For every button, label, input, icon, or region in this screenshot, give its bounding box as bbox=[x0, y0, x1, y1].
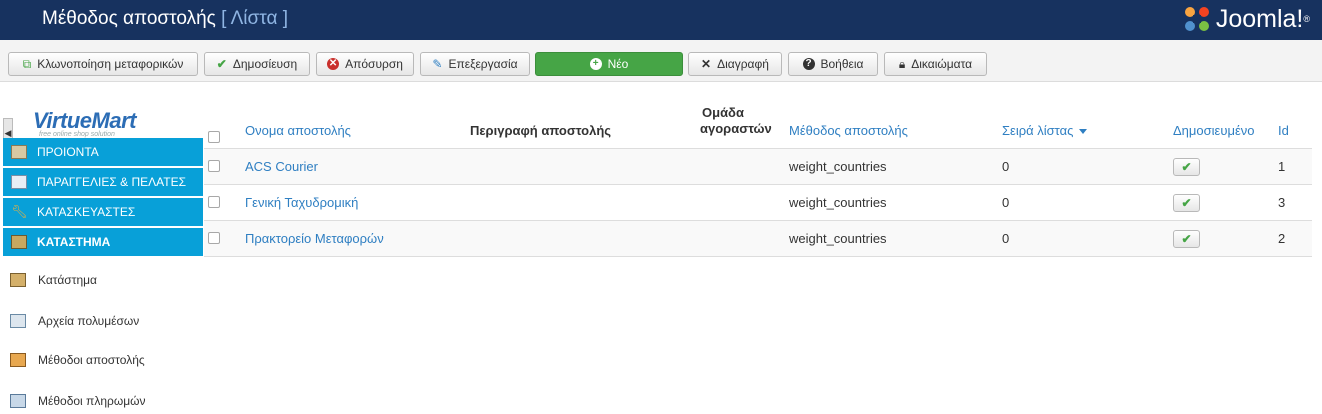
virtuemart-logo: VirtueMart free online shop solution bbox=[33, 108, 136, 138]
sidebar-item-label: Κατάστημα bbox=[38, 273, 97, 287]
sidebar-item-label: Αρχεία πολυμέσων bbox=[38, 314, 140, 328]
joomla-icon bbox=[1184, 7, 1209, 31]
sidebar-section-label: ΠΑΡΑΓΓΕΛΙΕΣ & ΠΕΛΑΤΕΣ bbox=[37, 175, 187, 189]
sidebar-section-label: ΠΡΟΙΟΝΤΑ bbox=[37, 145, 99, 159]
sidebar-section-orders[interactable]: ΠΑΡΑΓΓΕΛΙΕΣ & ΠΕΛΑΤΕΣ bbox=[3, 168, 203, 197]
row-published-toggle[interactable]: ✔ bbox=[1173, 194, 1200, 212]
publish-button[interactable]: ✔ Δημοσίευση bbox=[204, 52, 310, 76]
checkmark-icon: ✔ bbox=[1181, 232, 1192, 246]
help-button[interactable]: ? Βοήθεια bbox=[788, 52, 878, 76]
column-header-order[interactable]: Σειρά λίστας bbox=[1002, 123, 1088, 138]
sidebar-item-label: Μέθοδοι αποστολής bbox=[38, 353, 145, 367]
row-method: weight_countries bbox=[789, 159, 887, 174]
clone-button[interactable]: ⧉ Κλωνοποίηση μεταφορικών bbox=[8, 52, 198, 76]
top-header: Μέθοδος αποστολής [ Λίστα ] Joomla! ® bbox=[0, 0, 1322, 40]
row-order: 0 bbox=[1002, 159, 1010, 174]
edit-icon: ✎ bbox=[432, 57, 443, 71]
edit-button-label: Επεξεργασία bbox=[448, 57, 518, 71]
sidebar-section-store[interactable]: ΚΑΤΑΣΤΗΜΑ bbox=[3, 228, 203, 257]
row-method: weight_countries bbox=[789, 195, 887, 210]
row-id: 1 bbox=[1278, 159, 1286, 174]
column-header-name[interactable]: Ονομα αποστολής bbox=[245, 123, 351, 138]
sidebar-item-store[interactable]: Κατάστημα bbox=[10, 270, 97, 290]
row-name-link[interactable]: ACS Courier bbox=[245, 159, 318, 174]
products-icon bbox=[11, 145, 27, 159]
help-button-label: Βοήθεια bbox=[820, 57, 864, 71]
delete-x-icon: ✕ bbox=[701, 57, 712, 71]
row-checkbox[interactable] bbox=[208, 196, 220, 208]
cancel-circle-icon: ✕ bbox=[327, 58, 340, 70]
row-published-toggle[interactable]: ✔ bbox=[1173, 230, 1200, 248]
row-checkbox[interactable] bbox=[208, 160, 220, 172]
sidebar-item-shipment-methods[interactable]: Μέθοδοι αποστολής bbox=[10, 350, 145, 370]
permissions-button-label: Δικαιώματα bbox=[911, 57, 973, 71]
column-header-published[interactable]: Δημοσιευμένο bbox=[1173, 123, 1254, 138]
clone-button-label: Κλωνοποίηση μεταφορικών bbox=[37, 57, 184, 71]
row-id: 2 bbox=[1278, 231, 1286, 246]
column-header-description: Περιγραφή αποστολής bbox=[470, 123, 612, 138]
select-all-checkbox[interactable] bbox=[208, 131, 220, 143]
permissions-button[interactable]: 🔒︎ Δικαιώματα bbox=[884, 52, 987, 76]
column-header-group-line2: αγοραστών bbox=[700, 121, 772, 136]
new-button-label: Νέο bbox=[607, 57, 629, 71]
joomla-logo: Joomla! ® bbox=[1182, 4, 1310, 34]
column-header-group: Ομάδα αγοραστών bbox=[700, 105, 772, 137]
row-name-link[interactable]: Γενική Ταχυδρομική bbox=[245, 195, 358, 210]
table-row: Γενική Ταχυδρομική weight_countries 0 ✔ … bbox=[204, 185, 1312, 221]
checkmark-icon: ✔ bbox=[1181, 160, 1192, 174]
table-row: ACS Courier weight_countries 0 ✔ 1 bbox=[204, 149, 1312, 185]
sidebar-section-label: ΚΑΤΑΣΚΕΥΑΣΤΕΣ bbox=[37, 205, 136, 219]
unpublish-button[interactable]: ✕ Απόσυρση bbox=[316, 52, 414, 76]
checkmark-icon: ✔ bbox=[1181, 196, 1192, 210]
media-icon bbox=[10, 314, 26, 328]
orders-icon bbox=[11, 175, 27, 189]
page-title-sub: [ Λίστα ] bbox=[221, 8, 289, 29]
page-title-main: Μέθοδος αποστολής bbox=[42, 8, 216, 29]
payment-icon bbox=[10, 394, 26, 408]
new-button[interactable]: + Νέο bbox=[535, 52, 683, 76]
sidebar-item-media[interactable]: Αρχεία πολυμέσων bbox=[10, 311, 139, 331]
truck-icon bbox=[10, 353, 26, 367]
row-method: weight_countries bbox=[789, 231, 887, 246]
table-row: Πρακτορείο Μεταφορών weight_countries 0 … bbox=[204, 221, 1312, 257]
store-icon bbox=[10, 273, 26, 287]
row-order: 0 bbox=[1002, 231, 1010, 246]
row-name-link[interactable]: Πρακτορείο Μεταφορών bbox=[245, 231, 384, 246]
copy-icon: ⧉ bbox=[22, 56, 32, 71]
row-published-toggle[interactable]: ✔ bbox=[1173, 158, 1200, 176]
lock-icon: 🔒︎ bbox=[898, 56, 906, 71]
column-header-method[interactable]: Μέθοδος αποστολής bbox=[789, 123, 908, 138]
delete-button-label: Διαγραφή bbox=[717, 57, 769, 71]
column-header-id[interactable]: Id bbox=[1278, 123, 1289, 138]
sidebar-section-products[interactable]: ΠΡΟΙΟΝΤΑ bbox=[3, 138, 203, 167]
unpublish-button-label: Απόσυρση bbox=[345, 57, 403, 71]
publish-button-label: Δημοσίευση bbox=[232, 57, 298, 71]
row-order: 0 bbox=[1002, 195, 1010, 210]
toolbar: ⧉ Κλωνοποίηση μεταφορικών ✔ Δημοσίευση ✕… bbox=[0, 40, 1322, 82]
joomla-logo-text: Joomla! bbox=[1215, 4, 1304, 33]
row-id: 3 bbox=[1278, 195, 1286, 210]
sidebar-item-label: Μέθοδοι πληρωμών bbox=[38, 394, 146, 408]
sort-desc-icon bbox=[1079, 129, 1088, 135]
store-icon bbox=[11, 235, 27, 249]
sidebar-item-payment-methods[interactable]: Μέθοδοι πληρωμών bbox=[10, 391, 145, 411]
delete-button[interactable]: ✕ Διαγραφή bbox=[688, 52, 782, 76]
sidebar-section-label: ΚΑΤΑΣΤΗΜΑ bbox=[37, 235, 111, 249]
column-header-order-label: Σειρά λίστας bbox=[1002, 123, 1074, 138]
checkmark-icon: ✔ bbox=[216, 57, 227, 71]
column-header-group-line1: Ομάδα bbox=[702, 105, 744, 120]
page-title: Μέθοδος αποστολής [ Λίστα ] bbox=[42, 8, 288, 30]
help-icon: ? bbox=[802, 58, 815, 70]
plus-circle-icon: + bbox=[589, 58, 602, 70]
row-checkbox[interactable] bbox=[208, 232, 220, 244]
wrench-icon: 🔧︎ bbox=[11, 204, 28, 219]
sidebar-section-manufacturers[interactable]: 🔧︎ ΚΑΤΑΣΚΕΥΑΣΤΕΣ bbox=[3, 198, 203, 227]
sidebar: ◀ VirtueMart free online shop solution Π… bbox=[0, 82, 204, 414]
edit-button[interactable]: ✎ Επεξεργασία bbox=[420, 52, 530, 76]
table-header: Ονομα αποστολής Περιγραφή αποστολής Ομάδ… bbox=[204, 96, 1312, 149]
